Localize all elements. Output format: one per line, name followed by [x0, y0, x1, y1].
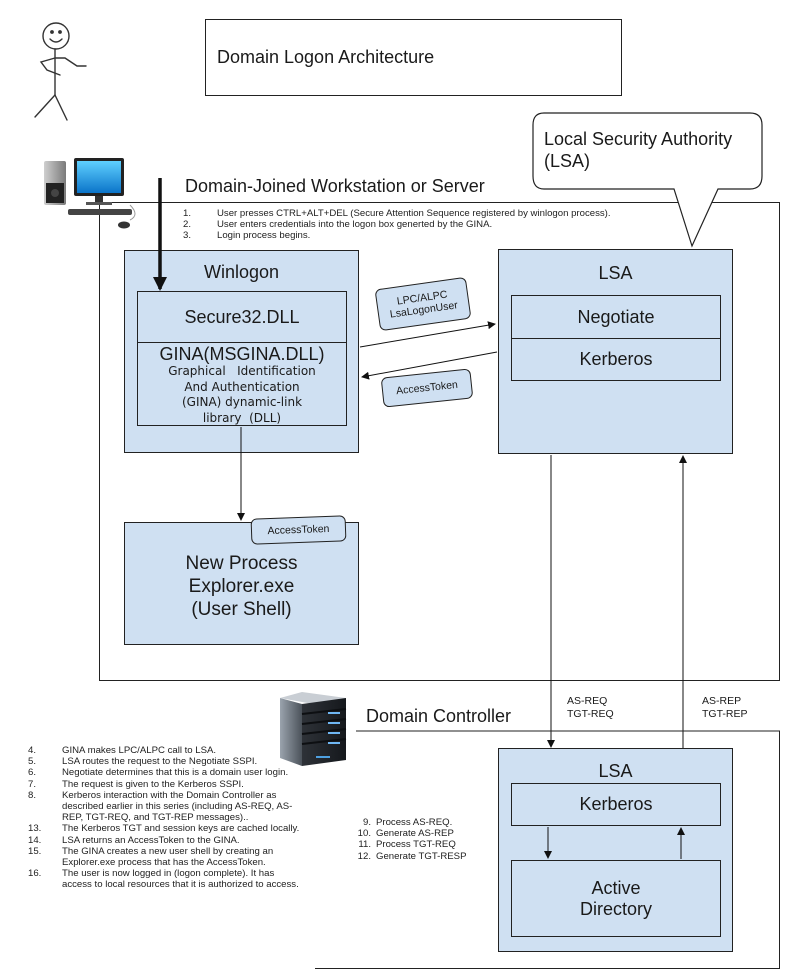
- list-item: 6. Negotiate determines that this is a do…: [28, 767, 289, 779]
- diagram-title-text: Domain Logon Architecture: [217, 47, 435, 67]
- desktop-computer-icon: [44, 158, 136, 229]
- diagram-title: Domain Logon Architecture: [205, 19, 622, 96]
- dc-lsa-title: LSA: [598, 761, 633, 781]
- dc-kerberos-box: Kerberos: [511, 783, 721, 826]
- domain-controller-title: Domain Controller: [366, 706, 512, 726]
- reply-label: AS-REP TGT-REP: [702, 695, 748, 720]
- list-item: 11. Process TGT-REQ: [358, 839, 456, 851]
- list-item: 14. LSA returns an AccessToken to the GIN…: [28, 834, 240, 846]
- logon-notes-list: 4. GINA makes LPC/ALPC call to LSA. 5. LSA…: [28, 745, 303, 891]
- gina-dll-box: GINA(MSGINA.DLL) Graphical Identificatio…: [137, 342, 347, 426]
- lsa-callout-text: Local Security Authority (LSA): [544, 129, 733, 171]
- secure32-dll-box: Secure32.DLL: [137, 291, 347, 343]
- list-item: 8. Kerberos interaction with the Domain C…: [28, 789, 293, 824]
- list-item: 10. Generate AS-REP: [357, 828, 454, 840]
- workstation-kerberos-ssp-box: Kerberos: [511, 338, 721, 381]
- new-process-access-token-tag: AccessToken: [250, 515, 347, 545]
- winlogon-title: Winlogon: [203, 262, 280, 282]
- list-item: 7. The request is given to the Kerberos S…: [28, 778, 244, 790]
- list-item: 16. The user is now logged in (logon comp…: [28, 868, 299, 891]
- list-item: 13. The Kerberos TGT and session keys are…: [28, 823, 300, 835]
- negotiate-ssp-box: Negotiate: [511, 295, 721, 339]
- workstation-title: Domain-Joined Workstation or Server: [185, 176, 485, 196]
- list-item: 15. The GINA creates a new user shell by …: [28, 845, 274, 869]
- list-item: 4. GINA makes LPC/ALPC call to LSA.: [28, 745, 217, 756]
- stick-figure-user-icon: [34, 22, 87, 121]
- request-label: AS-REQ TGT-REQ: [567, 695, 614, 720]
- workstation-lsa-title: LSA: [598, 263, 633, 283]
- list-item: 5. LSA routes the request to the Negotiat…: [28, 756, 258, 768]
- active-directory-box: Active Directory: [511, 860, 721, 937]
- list-item: 9. Process AS-REQ.: [362, 817, 453, 828]
- domain-controller-steps-list: 9. Process AS-REQ. 10. Generate AS-REP 11.…: [337, 817, 497, 862]
- list-item: 12. Generate TGT-RESP: [357, 850, 467, 862]
